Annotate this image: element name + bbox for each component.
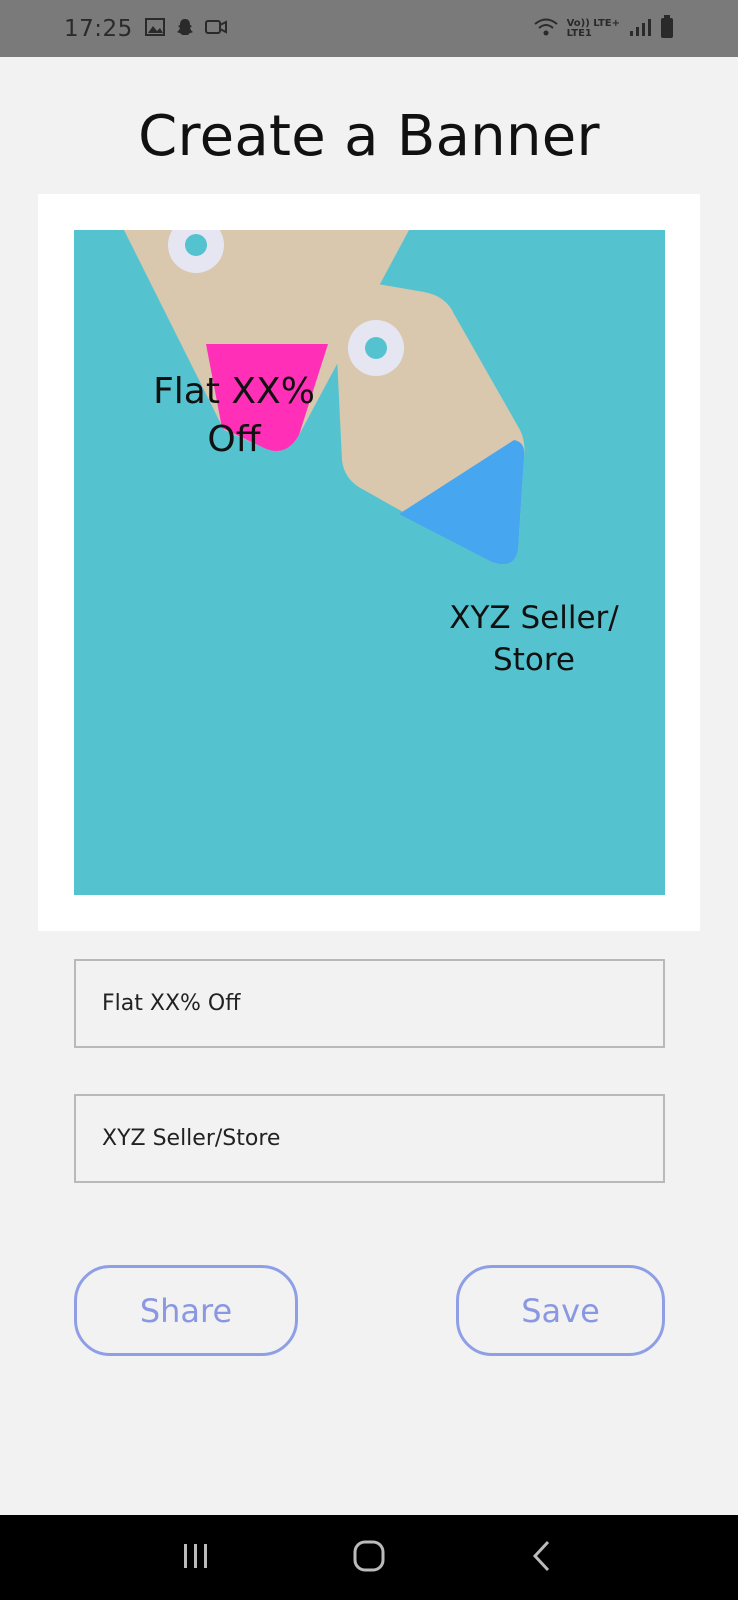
- home-button[interactable]: [339, 1528, 399, 1588]
- page-title: Create a Banner: [138, 104, 600, 169]
- recents-button[interactable]: [166, 1528, 226, 1588]
- save-button[interactable]: Save: [456, 1265, 665, 1356]
- headline-input[interactable]: Flat XX% Off: [74, 959, 665, 1048]
- headline-input-value: Flat XX% Off: [102, 991, 241, 1016]
- recents-icon: [181, 1541, 211, 1575]
- notification-icons: [144, 17, 227, 41]
- price-tags-illustration: [124, 230, 525, 565]
- banner-preview-card: Flat XX% Off XYZ Seller/ Store: [38, 194, 700, 931]
- video-icon: [204, 18, 227, 40]
- back-button[interactable]: [512, 1528, 572, 1588]
- system-status-icons: Vo)) LTE+ LTE1: [533, 14, 674, 43]
- banner-headline-line2: Off: [207, 419, 261, 460]
- store-input-value: XYZ Seller/Store: [102, 1126, 281, 1151]
- banner-headline-line1: Flat XX%: [153, 371, 315, 412]
- snapchat-icon: [175, 17, 195, 41]
- status-bar: 17:25 Vo)) LTE+ LTE1: [0, 0, 738, 57]
- banner-image[interactable]: Flat XX% Off XYZ Seller/ Store: [74, 230, 665, 895]
- banner-store-text: XYZ Seller/ Store: [434, 597, 634, 681]
- network-bottom-text: LTE1: [566, 27, 592, 39]
- battery-icon: [660, 14, 674, 43]
- network-type: Vo)) LTE+ LTE1: [566, 18, 620, 39]
- share-button[interactable]: Share: [74, 1265, 298, 1356]
- home-icon: [352, 1539, 386, 1577]
- signal-icon: [628, 17, 652, 41]
- banner-store-line1: XYZ Seller/: [449, 600, 619, 636]
- wifi-icon: [533, 17, 559, 41]
- store-name-input[interactable]: XYZ Seller/Store: [74, 1094, 665, 1183]
- banner-headline-text: Flat XX% Off: [134, 368, 334, 464]
- gallery-icon: [144, 17, 165, 40]
- system-nav-bar: [0, 1515, 738, 1600]
- back-icon: [530, 1539, 554, 1577]
- status-time: 17:25: [64, 15, 133, 42]
- banner-store-line2: Store: [493, 642, 575, 678]
